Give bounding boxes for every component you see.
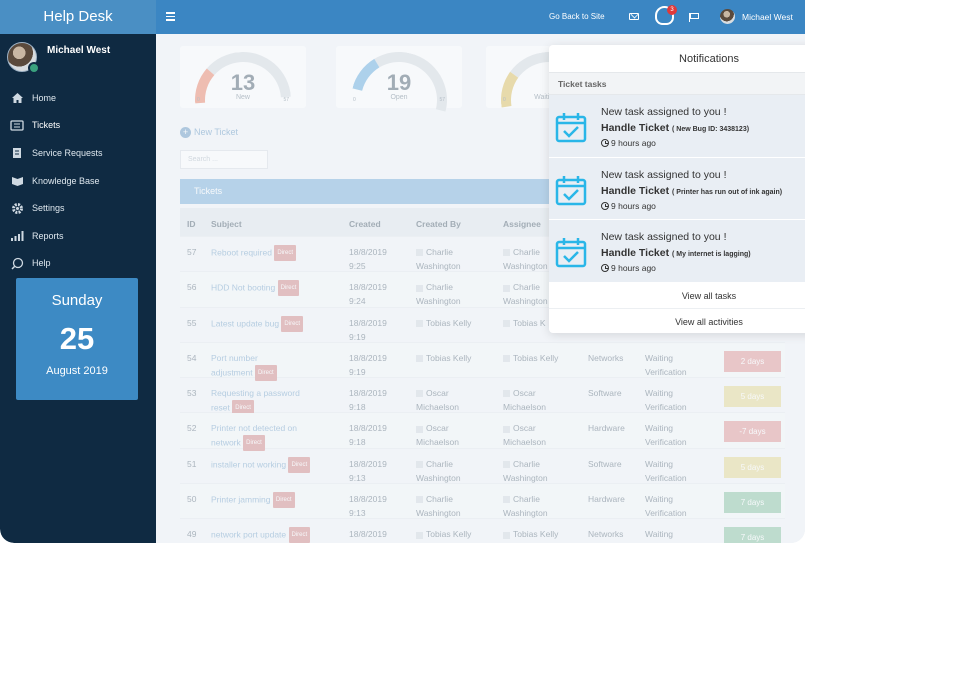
sidebar-item-reports[interactable]: Reports	[0, 222, 156, 250]
task-time: 9 hours ago	[601, 263, 656, 273]
clock-icon	[601, 264, 609, 272]
task-title-label: Handle Ticket	[601, 247, 670, 259]
date-day: 25	[59, 321, 95, 356]
task-time: 9 hours ago	[601, 201, 656, 211]
sidebar-item-label: Settings	[32, 203, 65, 214]
help-icon	[10, 257, 24, 270]
notification-task[interactable]: New task assigned to you ! Handle Ticket …	[549, 95, 805, 158]
task-detail: ( New Bug ID: 3438123)	[672, 126, 750, 133]
sidebar-nav: Home Tickets Service Requests Knowledge …	[0, 84, 156, 277]
sidebar-item-label: Home	[32, 92, 57, 103]
date-month-year: August 2019	[46, 365, 108, 377]
sidebar-item-knowledge-base[interactable]: Knowledge Base	[0, 167, 156, 195]
clock-icon	[601, 139, 609, 147]
go-back-link[interactable]: Go Back to Site	[549, 12, 605, 21]
notification-count-badge: 3	[667, 5, 677, 15]
notifications-title: Notifications	[549, 45, 805, 73]
calendar-check-icon	[555, 175, 587, 205]
mail-icon[interactable]	[629, 13, 639, 20]
task-title: Handle Ticket ( Printer has run out of i…	[601, 185, 782, 197]
notification-task[interactable]: New task assigned to you ! Handle Ticket …	[549, 220, 805, 283]
sidebar-item-label: Service Requests	[32, 147, 103, 158]
topbar-user-name[interactable]: Michael West	[742, 12, 793, 22]
sidebar: Help Desk Michael West Home Tickets Serv…	[0, 0, 156, 543]
topbar: Go Back to Site 3 Michael West	[156, 0, 805, 34]
bar-chart-icon	[10, 230, 24, 242]
sidebar-item-home[interactable]: Home	[0, 84, 156, 112]
notifications-dropdown: Notifications Ticket tasks New task assi…	[549, 45, 805, 333]
view-all-activities-link[interactable]: View all activities	[549, 309, 805, 334]
profile-name: Michael West	[47, 45, 111, 56]
sidebar-item-label: Help	[32, 258, 51, 269]
sidebar-item-label: Reports	[32, 230, 64, 241]
view-all-tasks-link[interactable]: View all tasks	[549, 283, 805, 309]
notifications-section-header: Ticket tasks	[549, 73, 805, 95]
task-heading: New task assigned to you !	[601, 106, 727, 118]
notification-task[interactable]: New task assigned to you ! Handle Ticket …	[549, 157, 805, 220]
notifications-button[interactable]: 3	[650, 3, 680, 31]
task-time-label: 9 hours ago	[611, 263, 656, 273]
task-heading: New task assigned to you !	[601, 168, 727, 181]
task-time: 9 hours ago	[601, 138, 656, 148]
avatar[interactable]	[720, 9, 735, 24]
calendar-check-icon	[555, 113, 587, 143]
task-list: New task assigned to you ! Handle Ticket …	[549, 95, 805, 283]
task-title: Handle Ticket ( My internet is lagging)	[601, 247, 751, 259]
sidebar-item-service-requests[interactable]: Service Requests	[0, 139, 156, 167]
clock-icon	[601, 201, 609, 210]
task-title-label: Handle Ticket	[601, 184, 670, 197]
book-icon	[10, 175, 24, 187]
task-detail: ( Printer has run out of ink again)	[672, 188, 783, 196]
sidebar-profile[interactable]: Michael West	[0, 34, 156, 78]
task-heading: New task assigned to you !	[601, 231, 727, 243]
task-time-label: 9 hours ago	[611, 200, 656, 211]
flag-icon[interactable]	[689, 13, 699, 22]
date-card: Sunday 25 August 2019	[16, 278, 138, 400]
sidebar-item-label: Tickets	[32, 120, 61, 131]
ticket-icon	[10, 119, 24, 131]
home-icon	[10, 92, 24, 104]
sidebar-item-help[interactable]: Help	[0, 250, 156, 278]
date-weekday: Sunday	[51, 292, 103, 309]
app-window: Help Desk Michael West Home Tickets Serv…	[0, 0, 805, 543]
sidebar-item-label: Knowledge Base	[32, 175, 100, 186]
brand-title[interactable]: Help Desk	[0, 0, 156, 34]
sidebar-item-settings[interactable]: Settings	[0, 194, 156, 222]
task-time-label: 9 hours ago	[611, 138, 656, 148]
online-status-icon	[28, 62, 40, 74]
task-detail: ( My internet is lagging)	[672, 251, 751, 258]
calendar-check-icon	[555, 238, 587, 268]
task-title-label: Handle Ticket	[601, 122, 670, 134]
task-title: Handle Ticket ( New Bug ID: 3438123)	[601, 122, 749, 134]
avatar	[7, 42, 40, 74]
document-icon	[10, 147, 24, 159]
sidebar-item-tickets[interactable]: Tickets	[0, 112, 156, 140]
gear-icon	[10, 202, 24, 214]
menu-icon[interactable]	[166, 12, 175, 23]
